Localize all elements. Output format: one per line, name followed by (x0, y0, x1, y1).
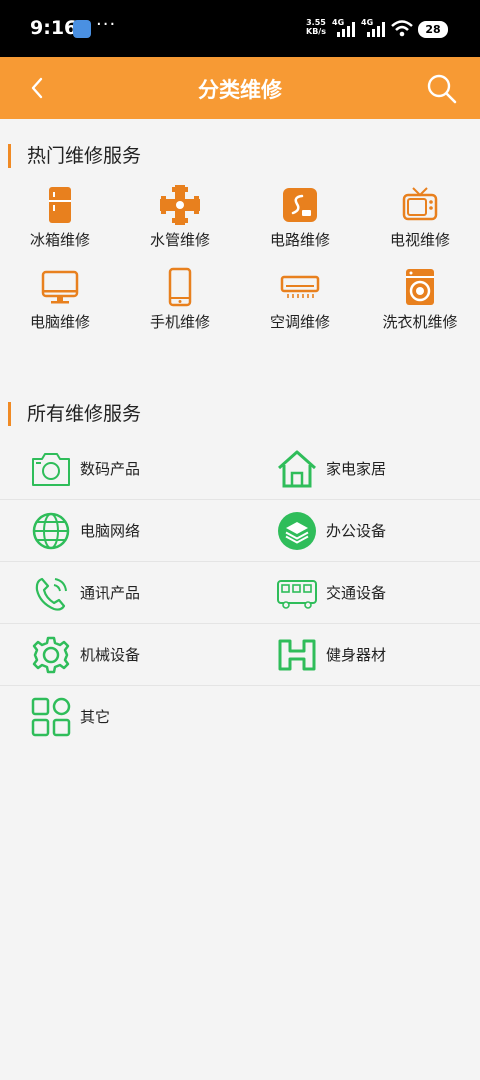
hot-item-tv[interactable]: 电视维修 (360, 185, 480, 255)
layers-icon (278, 512, 316, 550)
list-item-fitness[interactable]: 健身器材 (0, 624, 480, 686)
hot-item-washer[interactable]: 洗衣机维修 (360, 267, 480, 337)
washing-machine-icon (406, 269, 434, 305)
pipe-icon (160, 185, 200, 225)
hot-item-label: 水管维修 (149, 231, 210, 249)
list-row: 机械设备 健身器材 (0, 624, 480, 686)
status-time: 9:16 (30, 17, 78, 39)
hot-item-fridge[interactable]: 冰箱维修 (0, 185, 120, 255)
hot-item-label: 空调维修 (269, 313, 330, 331)
hot-item-label: 电路维修 (269, 231, 330, 249)
air-conditioner-icon (280, 275, 320, 298)
home-icon (278, 450, 316, 488)
list-item-other[interactable]: 其它 (0, 686, 240, 748)
list-row: 电脑网络 办公设备 (0, 500, 480, 562)
search-icon[interactable] (426, 73, 458, 105)
tv-icon (402, 187, 438, 221)
list-item-label: 交通设备 (326, 584, 387, 602)
list-item-label: 其它 (80, 708, 111, 726)
network-speed-unit: KB/s (306, 27, 326, 36)
list-item-appliance[interactable]: 家电家居 (0, 438, 480, 500)
bus-icon (277, 580, 317, 609)
list-item-office[interactable]: 办公设备 (0, 500, 480, 562)
signal-icon (337, 22, 355, 37)
hot-item-circuit[interactable]: 电路维修 (240, 185, 360, 255)
hot-item-label: 手机维修 (149, 313, 210, 331)
list-row: 其它 (0, 686, 480, 748)
hot-item-label: 电视维修 (389, 231, 450, 249)
battery-indicator: 28 (418, 21, 448, 38)
grid-icon (31, 697, 71, 737)
list-row: 数码产品 家电家居 (0, 438, 480, 500)
list-row: 通讯产品 交通设备 (0, 562, 480, 624)
fridge-icon (49, 187, 71, 223)
network-speed-value: 3.55 (306, 18, 326, 27)
all-section-title: 所有维修服务 (8, 402, 141, 426)
app-notification-icon (73, 20, 91, 38)
hot-section-title: 热门维修服务 (8, 144, 141, 168)
list-item-transport[interactable]: 交通设备 (0, 562, 480, 624)
hot-item-label: 洗衣机维修 (382, 313, 458, 331)
list-item-label: 家电家居 (326, 460, 387, 478)
circuit-icon (283, 188, 317, 222)
hot-item-pipe[interactable]: 水管维修 (120, 185, 240, 255)
list-item-label: 健身器材 (326, 646, 387, 664)
page-title: 分类维修 (198, 78, 282, 102)
list-item-label: 办公设备 (326, 522, 387, 540)
signal-icon-2 (367, 22, 385, 37)
hot-item-phone[interactable]: 手机维修 (120, 267, 240, 337)
hot-item-label: 电脑维修 (29, 313, 90, 331)
hot-item-aircon[interactable]: 空调维修 (240, 267, 360, 337)
dumbbell-icon (278, 639, 316, 671)
hot-item-computer[interactable]: 电脑维修 (0, 267, 120, 337)
app-bar: 分类维修 (0, 57, 480, 119)
hot-item-label: 冰箱维修 (29, 231, 90, 249)
wifi-icon (391, 20, 413, 37)
monitor-icon (41, 270, 79, 304)
phone-icon (168, 267, 192, 307)
network-speed: 3.55 KB/s (306, 18, 326, 36)
status-bar: 9:16 ··· 3.55 KB/s 4G 4G 28 (0, 0, 480, 57)
more-notifications-icon: ··· (96, 14, 117, 35)
